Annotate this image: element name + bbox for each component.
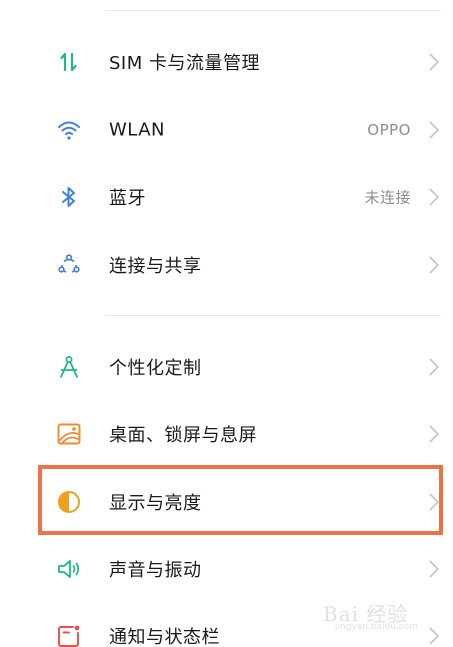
speaker-icon [54, 554, 84, 584]
settings-item-label: 通知与状态栏 [109, 627, 220, 647]
settings-item-display-brightness[interactable]: 显示与亮度 [0, 469, 453, 535]
sim-data-icon [54, 47, 84, 77]
settings-item-value: OPPO [367, 121, 411, 139]
chevron-right-icon [429, 121, 440, 139]
settings-item-personalization[interactable]: 个性化定制 [0, 334, 453, 400]
divider [105, 10, 441, 11]
settings-item-label: 显示与亮度 [109, 493, 202, 514]
settings-item-label: 桌面、锁屏与息屏 [109, 425, 257, 446]
settings-item-bluetooth[interactable]: 蓝牙 未连接 [0, 164, 453, 230]
chevron-right-icon [429, 560, 440, 578]
settings-item-sim[interactable]: SIM 卡与流量管理 [0, 29, 453, 95]
settings-item-label: 个性化定制 [109, 358, 202, 379]
settings-item-connection-sharing[interactable]: 连接与共享 [0, 232, 453, 298]
brightness-icon [54, 487, 84, 517]
chevron-right-icon [429, 256, 440, 274]
settings-item-notifications[interactable]: 通知与状态栏 [0, 603, 453, 647]
settings-item-label: WLAN [109, 119, 166, 141]
bluetooth-icon [54, 182, 84, 212]
notification-icon [54, 621, 84, 647]
wifi-icon [54, 115, 84, 145]
settings-item-label: SIM 卡与流量管理 [109, 53, 260, 74]
divider [105, 315, 441, 316]
wallpaper-icon [54, 419, 84, 449]
chevron-right-icon [429, 425, 440, 443]
settings-item-label: 蓝牙 [109, 188, 146, 209]
chevron-right-icon [429, 53, 440, 71]
settings-item-sound-vibration[interactable]: 声音与振动 [0, 536, 453, 602]
settings-item-label: 声音与振动 [109, 560, 202, 581]
settings-screen: SIM 卡与流量管理 WLAN OPPO 蓝牙 未连接 连接与共享 个性化定制 … [0, 0, 453, 647]
share-connection-icon [54, 250, 84, 280]
settings-item-value: 未连接 [364, 188, 411, 207]
settings-item-wlan[interactable]: WLAN OPPO [0, 97, 453, 163]
chevron-right-icon [429, 358, 440, 376]
chevron-right-icon [429, 627, 440, 645]
chevron-right-icon [429, 188, 440, 206]
chevron-right-icon [429, 493, 440, 511]
settings-item-desktop-lockscreen[interactable]: 桌面、锁屏与息屏 [0, 401, 453, 467]
settings-item-label: 连接与共享 [109, 256, 202, 277]
compass-customize-icon [54, 352, 84, 382]
